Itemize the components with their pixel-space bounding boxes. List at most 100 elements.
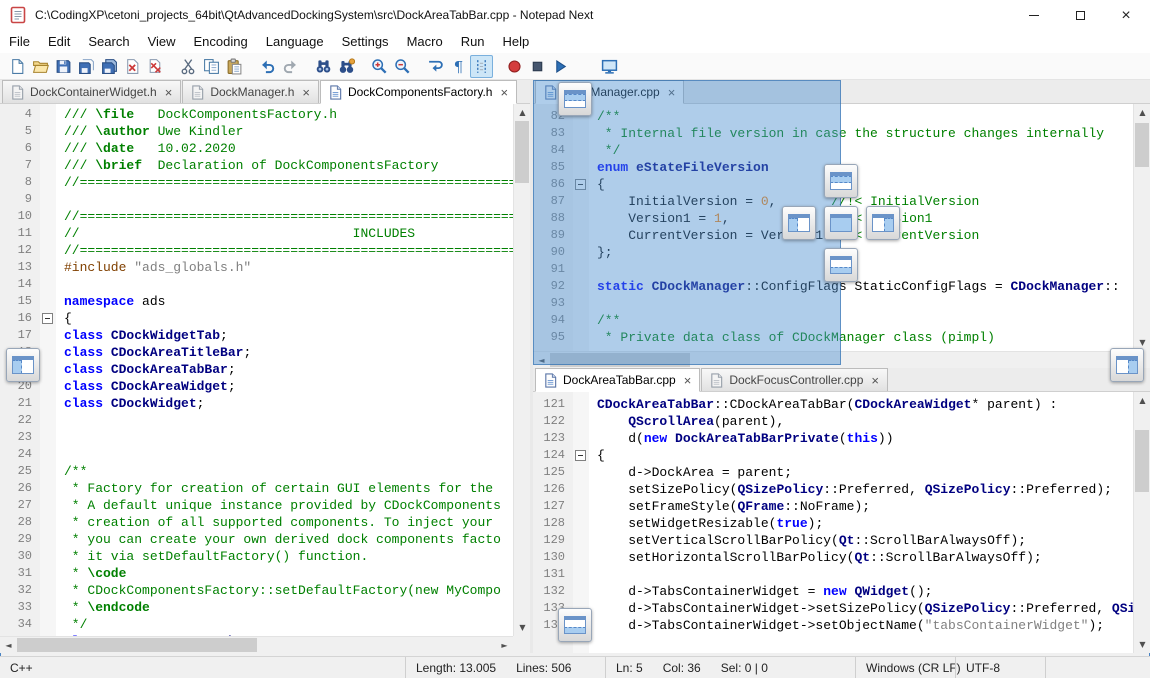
menu-item-run[interactable]: Run bbox=[452, 31, 494, 52]
scroll-down-icon[interactable]: ▼ bbox=[1134, 636, 1150, 653]
find-button[interactable] bbox=[312, 55, 335, 78]
code-line[interactable]: 20class CDockAreaWidget; bbox=[0, 378, 513, 395]
save-all-button[interactable] bbox=[98, 55, 121, 78]
paste-button[interactable] bbox=[223, 55, 246, 78]
tab-close-icon[interactable]: × bbox=[683, 374, 693, 387]
undo-button[interactable] bbox=[256, 55, 279, 78]
code-line[interactable]: 29 * you can create your own derived doc… bbox=[0, 531, 513, 548]
menu-item-macro[interactable]: Macro bbox=[398, 31, 452, 52]
monitor-button[interactable] bbox=[598, 55, 621, 78]
title-bar[interactable]: C:\CodingXP\cetoni_projects_64bit\QtAdva… bbox=[0, 0, 1150, 30]
minimize-button[interactable] bbox=[1011, 1, 1057, 30]
tab-close-icon[interactable]: × bbox=[499, 86, 509, 99]
code-line[interactable]: 13#include "ads_globals.h" bbox=[0, 259, 513, 276]
code-line[interactable]: 24 bbox=[0, 446, 513, 463]
code-line[interactable]: 9 bbox=[0, 191, 513, 208]
code-line[interactable]: 122 QScrollArea(parent), bbox=[533, 413, 1133, 430]
scrollbar-thumb[interactable] bbox=[1135, 430, 1149, 492]
menu-item-settings[interactable]: Settings bbox=[333, 31, 398, 52]
code-line[interactable]: 127 setFrameStyle(QFrame::NoFrame); bbox=[533, 498, 1133, 515]
horizontal-scrollbar[interactable]: ◄ ► bbox=[0, 636, 513, 653]
scroll-down-icon[interactable]: ▼ bbox=[514, 619, 531, 636]
code-line[interactable]: 25/** bbox=[0, 463, 513, 480]
document-tab-dockcomponentsfactory-h[interactable]: DockComponentsFactory.h× bbox=[320, 80, 517, 104]
close-button[interactable] bbox=[121, 55, 144, 78]
save-copy-button[interactable] bbox=[75, 55, 98, 78]
code-line[interactable]: 129 setVerticalScrollBarPolicy(Qt::Scrol… bbox=[533, 532, 1133, 549]
tab-close-icon[interactable]: × bbox=[870, 374, 880, 387]
code-line[interactable]: 17class CDockWidgetTab; bbox=[0, 327, 513, 344]
copy-button[interactable] bbox=[200, 55, 223, 78]
code-line[interactable]: 21class CDockWidget; bbox=[0, 395, 513, 412]
indent-guide-button[interactable] bbox=[470, 55, 493, 78]
code-line[interactable]: 32 * CDockComponentsFactory::setDefaultF… bbox=[0, 582, 513, 599]
document-tab-dockareatabbar-cpp[interactable]: DockAreaTabBar.cpp× bbox=[535, 368, 700, 392]
redo-button[interactable] bbox=[279, 55, 302, 78]
code-line[interactable]: 34 */ bbox=[0, 616, 513, 633]
code-line[interactable]: 14 bbox=[0, 276, 513, 293]
menu-item-view[interactable]: View bbox=[139, 31, 185, 52]
menu-item-encoding[interactable]: Encoding bbox=[185, 31, 257, 52]
code-line[interactable]: 123 d(new DockAreaTabBarPrivate(this)) bbox=[533, 430, 1133, 447]
scroll-up-icon[interactable]: ▲ bbox=[1134, 392, 1150, 409]
scrollbar-thumb[interactable] bbox=[515, 121, 529, 183]
maximize-button[interactable] bbox=[1057, 1, 1103, 30]
code-editor-bottom-right[interactable]: 121CDockAreaTabBar::CDockAreaTabBar(CDoc… bbox=[533, 392, 1133, 653]
drop-indicator-right-icon[interactable] bbox=[866, 206, 900, 240]
code-line[interactable]: 27 * A default unique instance provided … bbox=[0, 497, 513, 514]
code-line[interactable]: 23 bbox=[0, 429, 513, 446]
code-line[interactable]: 19class CDockAreaTabBar; bbox=[0, 361, 513, 378]
code-line[interactable]: 26 * Factory for creation of certain GUI… bbox=[0, 480, 513, 497]
drop-indicator-center-icon[interactable] bbox=[824, 206, 858, 240]
vertical-scrollbar[interactable]: ▲ ▼ bbox=[1133, 104, 1150, 351]
code-line[interactable]: 33 * \endcode bbox=[0, 599, 513, 616]
save-button[interactable] bbox=[52, 55, 75, 78]
replace-button[interactable] bbox=[335, 55, 358, 78]
menu-item-search[interactable]: Search bbox=[79, 31, 138, 52]
code-line[interactable]: 5/// \author Uwe Kindler bbox=[0, 123, 513, 140]
open-file-button[interactable] bbox=[29, 55, 52, 78]
code-editor-left[interactable]: 4/// \file DockComponentsFactory.h5/// \… bbox=[0, 104, 513, 636]
drop-indicator-top-icon[interactable] bbox=[824, 164, 858, 198]
word-wrap-button[interactable] bbox=[424, 55, 447, 78]
scroll-left-icon[interactable]: ◄ bbox=[0, 637, 17, 654]
new-file-button[interactable] bbox=[6, 55, 29, 78]
edge-drop-indicator-top-icon[interactable] bbox=[558, 82, 592, 116]
code-line[interactable]: 128 setWidgetResizable(true); bbox=[533, 515, 1133, 532]
code-line[interactable]: 15namespace ads bbox=[0, 293, 513, 310]
scroll-up-icon[interactable]: ▲ bbox=[1134, 104, 1150, 121]
code-line[interactable]: 28 * creation of all supported component… bbox=[0, 514, 513, 531]
code-line[interactable]: 18class CDockAreaTitleBar; bbox=[0, 344, 513, 361]
code-line[interactable]: 7/// \brief Declaration of DockComponent… bbox=[0, 157, 513, 174]
scrollbar-thumb[interactable] bbox=[17, 638, 257, 652]
code-line[interactable]: 4/// \file DockComponentsFactory.h bbox=[0, 106, 513, 123]
edge-drop-indicator-left-icon[interactable] bbox=[6, 348, 40, 382]
macro-play-button[interactable] bbox=[549, 55, 572, 78]
fold-collapse-icon[interactable] bbox=[42, 313, 53, 324]
tab-close-icon[interactable]: × bbox=[164, 86, 174, 99]
code-line[interactable]: 126 setSizePolicy(QSizePolicy::Preferred… bbox=[533, 481, 1133, 498]
code-line[interactable]: 131 bbox=[533, 566, 1133, 583]
zoom-out-button[interactable] bbox=[391, 55, 414, 78]
scrollbar-thumb[interactable] bbox=[1135, 123, 1149, 167]
menu-item-help[interactable]: Help bbox=[494, 31, 539, 52]
document-tab-dockmanager-h[interactable]: DockManager.h× bbox=[182, 80, 319, 103]
zoom-in-button[interactable] bbox=[368, 55, 391, 78]
fold-collapse-icon[interactable] bbox=[575, 450, 586, 461]
close-all-button[interactable] bbox=[144, 55, 167, 78]
code-line[interactable]: 130 setHorizontalScrollBarPolicy(Qt::Scr… bbox=[533, 549, 1133, 566]
document-tab-dockcontainerwidget-h[interactable]: DockContainerWidget.h× bbox=[2, 80, 181, 103]
menu-item-file[interactable]: File bbox=[0, 31, 39, 52]
code-line[interactable]: 125 d->DockArea = parent; bbox=[533, 464, 1133, 481]
macro-stop-button[interactable] bbox=[526, 55, 549, 78]
code-line[interactable]: 121CDockAreaTabBar::CDockAreaTabBar(CDoc… bbox=[533, 396, 1133, 413]
code-line[interactable]: 30 * it via setDefaultFactory() function… bbox=[0, 548, 513, 565]
vertical-scrollbar[interactable]: ▲ ▼ bbox=[1133, 392, 1150, 653]
vertical-scrollbar[interactable]: ▲ ▼ bbox=[513, 104, 530, 636]
show-all-characters-button[interactable]: ¶ bbox=[447, 55, 470, 78]
code-line[interactable]: 22 bbox=[0, 412, 513, 429]
drop-indicator-bottom-icon[interactable] bbox=[824, 248, 858, 282]
document-tab-dockfocuscontroller-cpp[interactable]: DockFocusController.cpp× bbox=[701, 368, 888, 391]
code-line[interactable]: 124{ bbox=[533, 447, 1133, 464]
code-line[interactable]: 12//====================================… bbox=[0, 242, 513, 259]
